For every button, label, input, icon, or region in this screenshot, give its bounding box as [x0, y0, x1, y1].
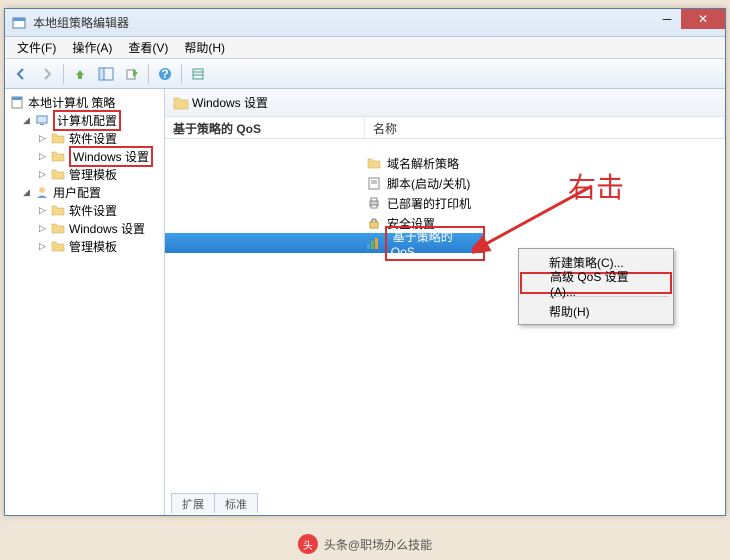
- column-headers: 基于策略的 QoS 名称: [165, 117, 725, 139]
- ctx-advanced-qos[interactable]: 高级 QoS 设置(A)...: [520, 272, 672, 294]
- tree-admin-templates[interactable]: ▷ 管理模板: [7, 165, 162, 183]
- user-icon: [34, 185, 50, 199]
- printer-icon: [365, 195, 383, 211]
- watermark: 头 头条@职场办么技能: [298, 534, 432, 554]
- filter-button[interactable]: [186, 62, 210, 86]
- computer-icon: [34, 113, 50, 127]
- svg-text:?: ?: [161, 67, 168, 81]
- titlebar[interactable]: 本地组策略编辑器 ─ ✕: [5, 9, 725, 37]
- menu-file[interactable]: 文件(F): [9, 37, 64, 58]
- help-button[interactable]: ?: [153, 62, 177, 86]
- expand-icon[interactable]: ▷: [37, 169, 48, 180]
- script-icon: [365, 175, 383, 191]
- tree-computer-config[interactable]: ◢ 计算机配置: [7, 111, 162, 129]
- close-button[interactable]: ✕: [681, 9, 725, 29]
- watermark-text: 头条@职场办么技能: [324, 536, 432, 553]
- expand-icon[interactable]: ▷: [37, 223, 48, 234]
- lock-icon: [365, 215, 383, 231]
- expand-icon[interactable]: ▷: [37, 151, 48, 162]
- tree-software-settings[interactable]: ▷ 软件设置: [7, 129, 162, 147]
- folder-icon: [50, 203, 66, 217]
- folder-icon: [365, 155, 383, 171]
- menu-action[interactable]: 操作(A): [64, 37, 120, 58]
- list-item-scripts[interactable]: 脚本(启动/关机): [165, 173, 725, 193]
- window-controls: ─ ✕: [653, 9, 725, 29]
- forward-button[interactable]: [35, 62, 59, 86]
- list-item-qos[interactable]: 基于策略的 QoS: [165, 233, 485, 253]
- context-menu: 新建策略(C)... 高级 QoS 设置(A)... 帮助(H): [518, 248, 674, 325]
- menubar: 文件(F) 操作(A) 查看(V) 帮助(H): [5, 37, 725, 59]
- folder-icon: [50, 239, 66, 253]
- tree-software-settings-user[interactable]: ▷ 软件设置: [7, 201, 162, 219]
- tree-user-config[interactable]: ◢ 用户配置: [7, 183, 162, 201]
- location-label: Windows 设置: [192, 94, 268, 111]
- folder-icon: [50, 221, 66, 235]
- up-button[interactable]: [68, 62, 92, 86]
- back-button[interactable]: [9, 62, 33, 86]
- policy-icon: [9, 95, 25, 109]
- folder-icon: [50, 149, 66, 163]
- collapse-icon[interactable]: ◢: [21, 187, 32, 198]
- bottom-tabs: 扩展 标准: [171, 493, 257, 513]
- tree-root[interactable]: 本地计算机 策略: [7, 93, 162, 111]
- column-name[interactable]: 名称: [365, 117, 725, 138]
- list-item-printers[interactable]: 已部署的打印机: [165, 193, 725, 213]
- collapse-icon[interactable]: ◢: [21, 115, 32, 126]
- app-icon: [11, 15, 27, 31]
- tab-extended[interactable]: 扩展: [171, 493, 215, 513]
- annotation-text: 右击: [568, 166, 624, 206]
- watermark-icon: 头: [298, 534, 318, 554]
- tree-windows-settings[interactable]: ▷ Windows 设置: [7, 147, 162, 165]
- toolbar: ?: [5, 59, 725, 89]
- toolbar-separator: [181, 64, 182, 84]
- menu-view[interactable]: 查看(V): [120, 37, 176, 58]
- ctx-help[interactable]: 帮助(H): [521, 300, 671, 322]
- tree-windows-settings-user[interactable]: ▷ Windows 设置: [7, 219, 162, 237]
- list-area[interactable]: 域名解析策略 脚本(启动/关机) 已部署的打印机 安全设置 基于策略的 QoS: [165, 139, 725, 515]
- folder-icon: [50, 167, 66, 181]
- location-bar: Windows 设置: [165, 89, 725, 117]
- show-tree-button[interactable]: [94, 62, 118, 86]
- expand-icon[interactable]: ▷: [37, 133, 48, 144]
- toolbar-separator: [148, 64, 149, 84]
- qos-icon: [365, 235, 383, 251]
- tree-panel[interactable]: 本地计算机 策略 ◢ 计算机配置 ▷ 软件设置 ▷ Windows 设置 ▷ 管…: [5, 89, 165, 515]
- list-item-dns[interactable]: 域名解析策略: [165, 153, 725, 173]
- section-title: 基于策略的 QoS: [165, 117, 365, 138]
- folder-icon: [173, 96, 189, 110]
- menu-help[interactable]: 帮助(H): [176, 37, 233, 58]
- folder-icon: [50, 131, 66, 145]
- export-button[interactable]: [120, 62, 144, 86]
- expand-icon[interactable]: ▷: [37, 241, 48, 252]
- expand-icon[interactable]: ▷: [37, 205, 48, 216]
- tree-admin-templates-user[interactable]: ▷ 管理模板: [7, 237, 162, 255]
- minimize-button[interactable]: ─: [653, 9, 681, 29]
- toolbar-separator: [63, 64, 64, 84]
- tab-standard[interactable]: 标准: [214, 493, 258, 513]
- window-title: 本地组策略编辑器: [33, 14, 129, 31]
